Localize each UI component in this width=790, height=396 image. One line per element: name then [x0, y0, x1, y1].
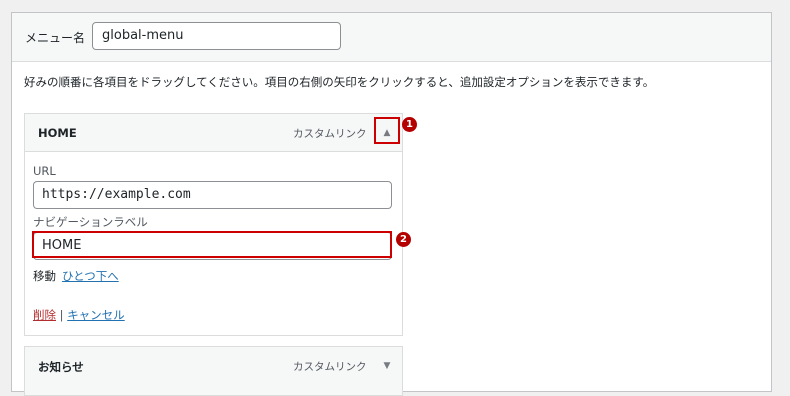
- nav-label-input[interactable]: HOME: [33, 232, 392, 260]
- menu-item-type: カスタムリンク: [293, 128, 367, 140]
- cancel-link[interactable]: キャンセル: [67, 308, 125, 322]
- marker-1-badge: 1: [402, 117, 417, 132]
- nav-label-label: ナビゲーションラベル: [33, 215, 148, 229]
- move-label: 移動: [33, 269, 56, 283]
- menu-structure-panel: メニュー名 global-menu 好みの順番に各項目をドラッグしてください。項…: [11, 12, 772, 396]
- move-down-link[interactable]: ひとつ下へ: [62, 269, 119, 283]
- delete-link[interactable]: 削除: [33, 308, 56, 322]
- menu-item-home: HOME カスタムリンク ▲ URL https://example.com ナ…: [24, 113, 403, 336]
- action-separator: |: [59, 308, 64, 322]
- move-row: 移動 ひとつ下へ: [33, 268, 119, 284]
- url-input[interactable]: https://example.com: [33, 181, 392, 209]
- menu-item-settings: URL https://example.com ナビゲーションラベル HOME …: [25, 151, 402, 335]
- menu-name-bar: メニュー名 global-menu: [12, 13, 771, 62]
- menu-item-title: HOME: [38, 126, 77, 140]
- menu-name-label: メニュー名: [25, 31, 86, 45]
- collapse-arrow-icon[interactable]: ▲: [375, 121, 399, 145]
- marker-2-badge: 2: [396, 232, 411, 247]
- instructions-text: 好みの順番に各項目をドラッグしてください。項目の右側の矢印をクリックすると、追加…: [24, 75, 655, 89]
- menu-name-input[interactable]: global-menu: [92, 22, 341, 50]
- item-actions: 削除 | キャンセル: [33, 307, 125, 323]
- menu-item-news: お知らせ カスタムリンク ▼: [24, 346, 403, 396]
- menu-item-header[interactable]: お知らせ カスタムリンク ▼: [25, 347, 402, 384]
- menu-item-header[interactable]: HOME カスタムリンク ▲: [25, 114, 402, 151]
- expand-arrow-icon[interactable]: ▼: [375, 354, 399, 378]
- menu-item-title: お知らせ: [38, 360, 84, 374]
- url-label: URL: [33, 164, 56, 178]
- menu-item-type: カスタムリンク: [293, 361, 367, 373]
